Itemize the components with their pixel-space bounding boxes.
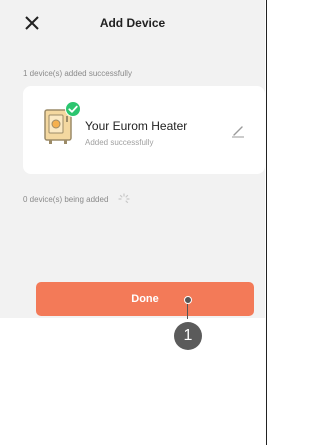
app-screen: Add Device 1 device(s) added successfull… [0,0,265,318]
pencil-icon[interactable] [231,124,245,138]
done-button[interactable]: Done [36,282,254,316]
device-status: Added successfully [85,138,154,147]
spinner-icon [118,193,130,204]
check-circle-icon [65,101,81,117]
screen-edge [265,0,279,318]
top-bar: Add Device [0,0,265,50]
callout-marker-1: 1 [174,322,202,350]
page-title: Add Device [99,16,166,30]
callout-dot [184,296,192,304]
device-card[interactable]: Your Eurom Heater Added successfully [23,86,265,174]
success-status-text: 1 device(s) added successfully [23,69,132,78]
adding-status-text: 0 device(s) being added [23,195,109,204]
device-name: Your Eurom Heater [85,119,188,133]
frame-border [266,0,267,445]
screenshot-frame: Add Device 1 device(s) added successfull… [0,0,279,445]
